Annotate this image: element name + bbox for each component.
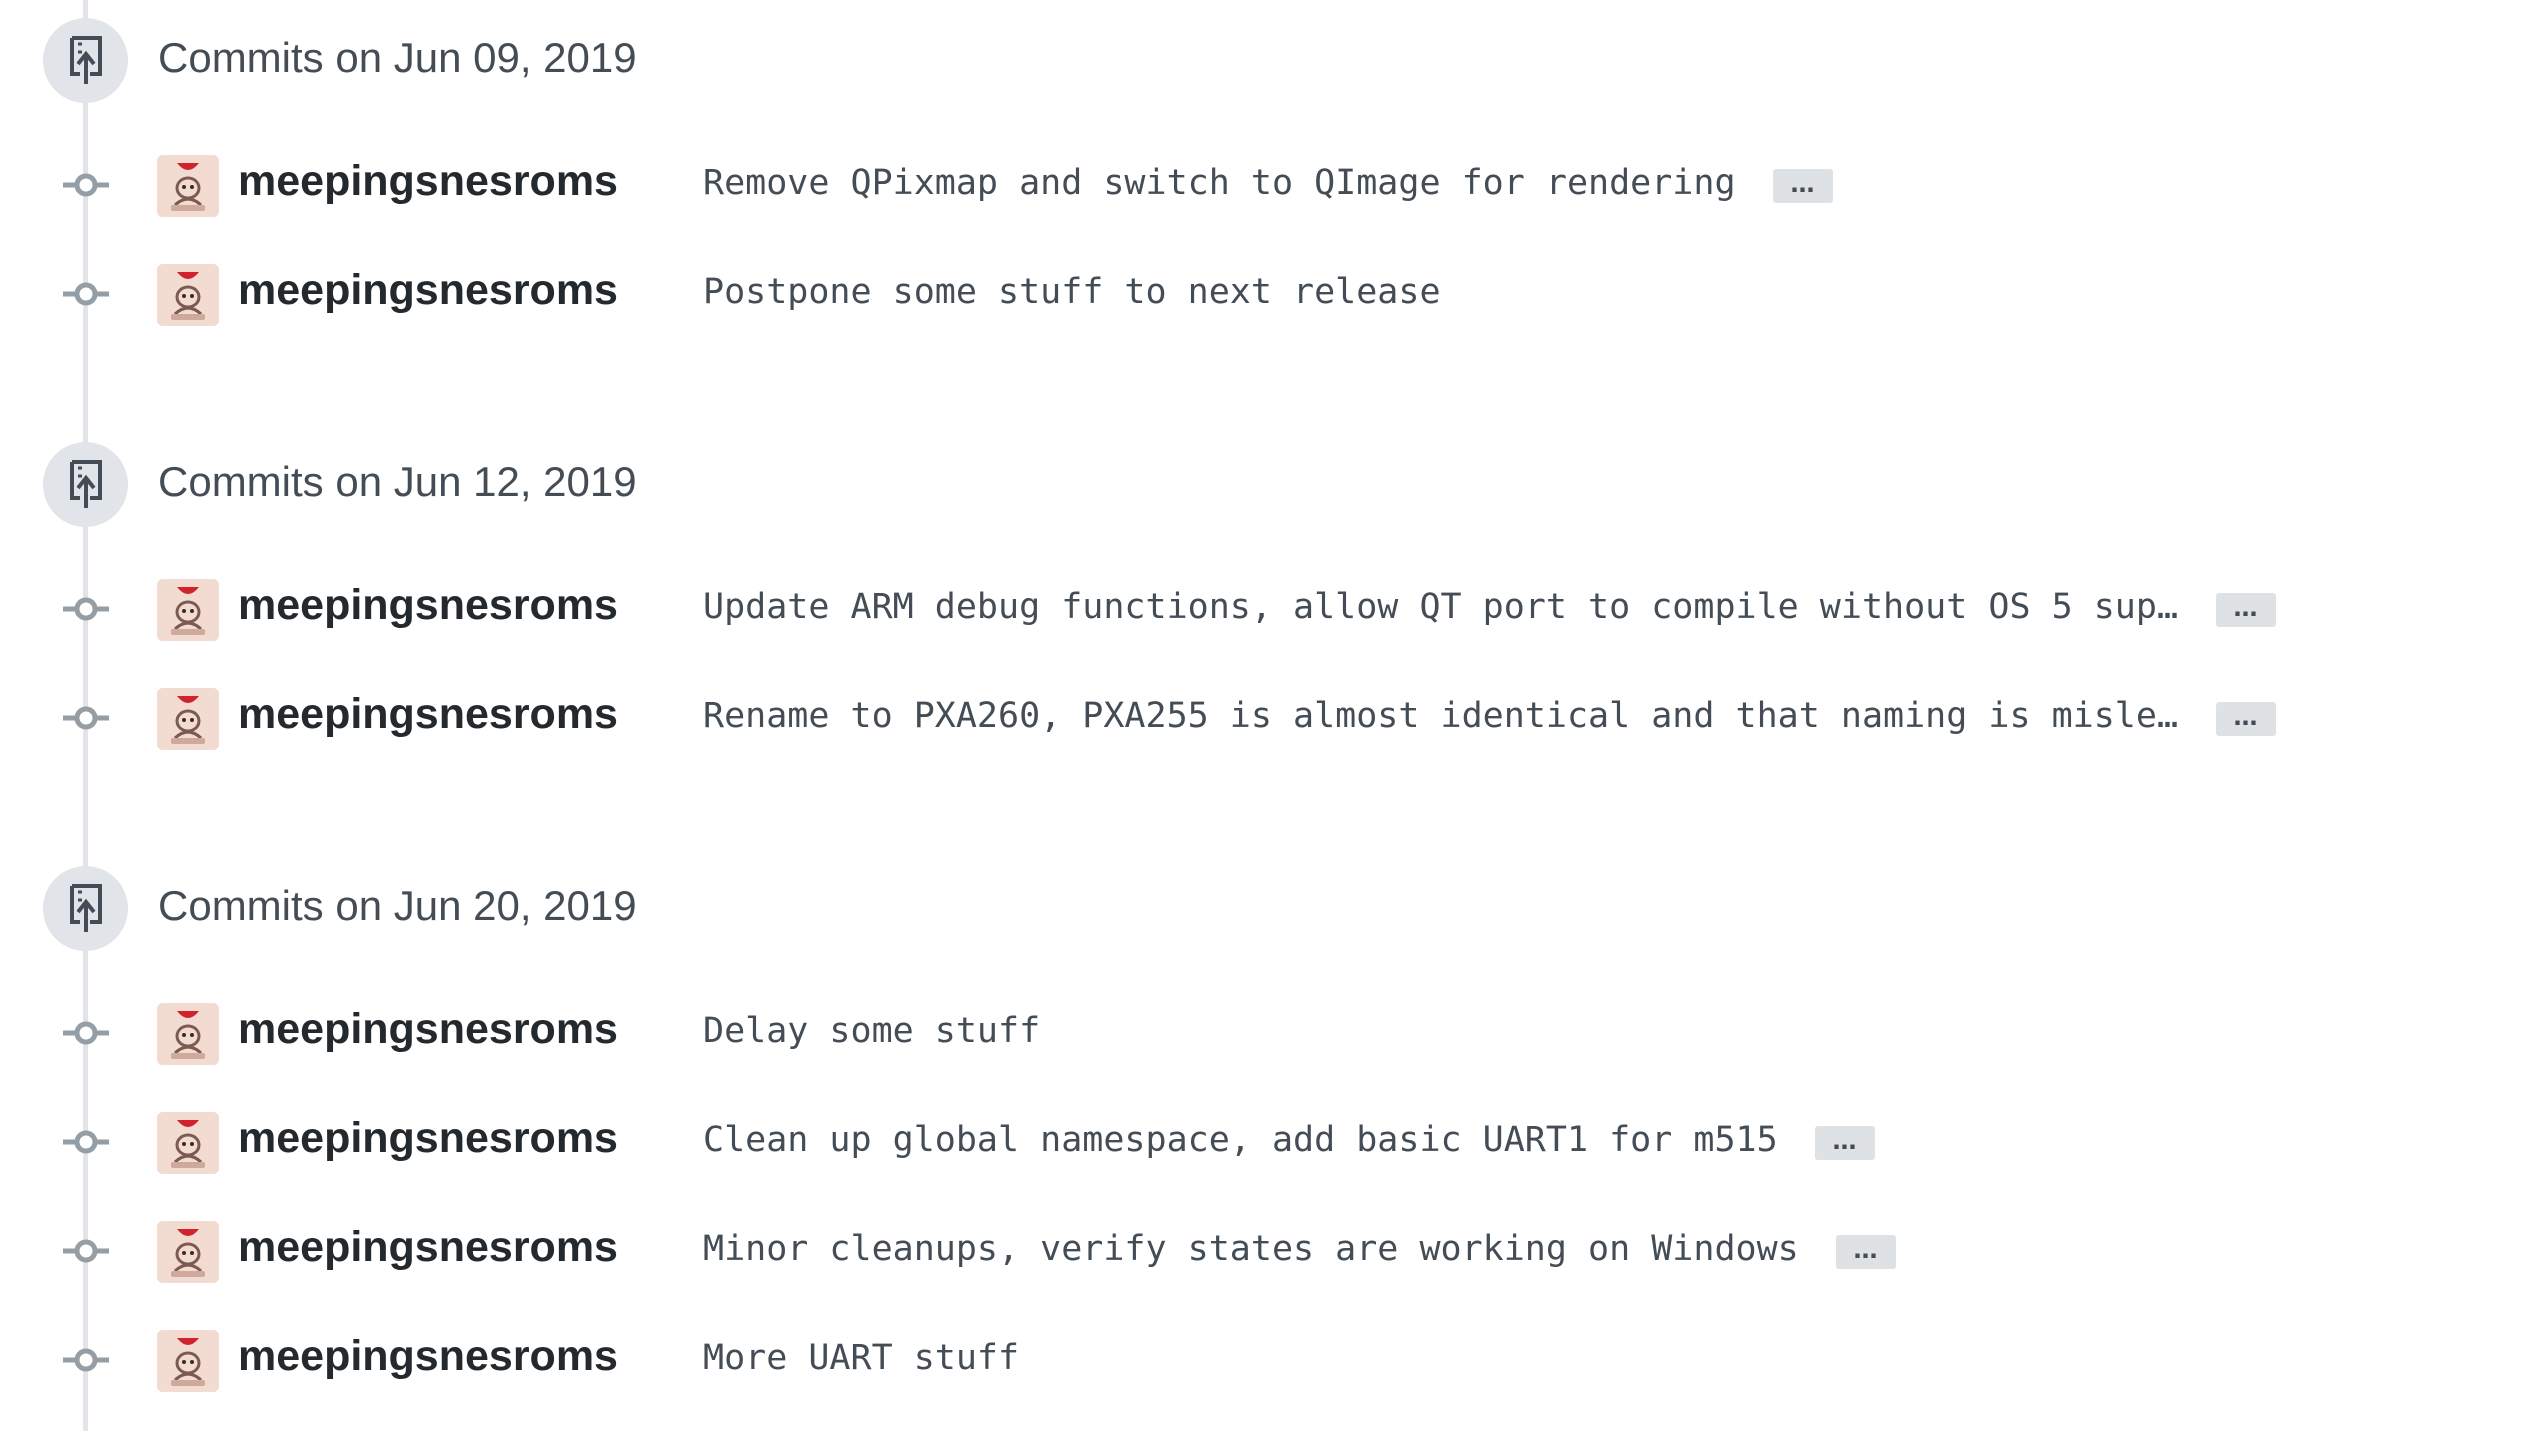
author-avatar[interactable] (157, 1221, 219, 1283)
commit-message-link[interactable]: More UART stuff (703, 1338, 1019, 1378)
repo-push-icon (43, 442, 128, 527)
commit-group-title: Commits on Jun 12, 2019 (158, 458, 637, 505)
commit-author-link[interactable]: meepingsnesroms (238, 581, 618, 630)
author-avatar[interactable] (157, 1003, 219, 1065)
git-commit-icon (63, 591, 109, 627)
commit-row: meepingsnesroms Rename to PXA260, PXA255 … (0, 678, 2538, 758)
commit-row: meepingsnesroms More UART stuff (0, 1320, 2538, 1400)
commit-message-link[interactable]: Clean up global namespace, add basic UAR… (703, 1120, 1778, 1160)
commit-group-title: Commits on Jun 20, 2019 (158, 882, 637, 929)
commit-message-link[interactable]: Remove QPixmap and switch to QImage for … (703, 163, 1736, 203)
expand-message-button[interactable]: … (1773, 169, 1833, 203)
expand-message-button[interactable]: … (1815, 1126, 1875, 1160)
author-avatar[interactable] (157, 155, 219, 217)
author-avatar[interactable] (157, 688, 219, 750)
git-commit-icon (63, 1233, 109, 1269)
expand-message-button[interactable]: … (2216, 702, 2276, 736)
expand-message-button[interactable]: … (1836, 1235, 1896, 1269)
commit-row: meepingsnesroms Update ARM debug function… (0, 569, 2538, 649)
commit-message-link[interactable]: Update ARM debug functions, allow QT por… (703, 587, 2178, 627)
commit-author-link[interactable]: meepingsnesroms (238, 157, 618, 206)
commit-author-link[interactable]: meepingsnesroms (238, 1005, 618, 1054)
commit-group-header: Commits on Jun 12, 2019 (0, 424, 1000, 527)
commit-group-header: Commits on Jun 09, 2019 (0, 0, 1000, 103)
git-commit-icon (63, 1342, 109, 1378)
commit-author-link[interactable]: meepingsnesroms (238, 1114, 618, 1163)
git-commit-icon (63, 276, 109, 312)
author-avatar[interactable] (157, 264, 219, 326)
commit-timeline: Commits on Jun 09, 2019 meepingsnesroms Re… (0, 0, 2538, 1431)
commit-message-link[interactable]: Delay some stuff (703, 1011, 1040, 1051)
expand-message-button[interactable]: … (2216, 593, 2276, 627)
commit-row: meepingsnesroms Delay some stuff (0, 993, 2538, 1073)
commit-group-title: Commits on Jun 09, 2019 (158, 34, 637, 81)
commit-author-link[interactable]: meepingsnesroms (238, 266, 618, 315)
author-avatar[interactable] (157, 579, 219, 641)
git-commit-icon (63, 1015, 109, 1051)
repo-push-icon (43, 866, 128, 951)
commit-message-link[interactable]: Postpone some stuff to next release (703, 272, 1441, 312)
author-avatar[interactable] (157, 1112, 219, 1174)
git-commit-icon (63, 1124, 109, 1160)
commit-row: meepingsnesroms Clean up global namespace… (0, 1102, 2538, 1182)
commit-row: meepingsnesroms Minor cleanups, verify st… (0, 1211, 2538, 1291)
git-commit-icon (63, 167, 109, 203)
commit-row: meepingsnesroms Remove QPixmap and switch… (0, 145, 2538, 225)
git-commit-icon (63, 700, 109, 736)
commit-author-link[interactable]: meepingsnesroms (238, 690, 618, 739)
author-avatar[interactable] (157, 1330, 219, 1392)
commit-message-link[interactable]: Minor cleanups, verify states are workin… (703, 1229, 1799, 1269)
commit-author-link[interactable]: meepingsnesroms (238, 1332, 618, 1381)
commit-author-link[interactable]: meepingsnesroms (238, 1223, 618, 1272)
commit-row: meepingsnesroms Postpone some stuff to ne… (0, 254, 2538, 334)
commit-group-header: Commits on Jun 20, 2019 (0, 848, 1000, 951)
repo-push-icon (43, 18, 128, 103)
commit-message-link[interactable]: Rename to PXA260, PXA255 is almost ident… (703, 696, 2178, 736)
